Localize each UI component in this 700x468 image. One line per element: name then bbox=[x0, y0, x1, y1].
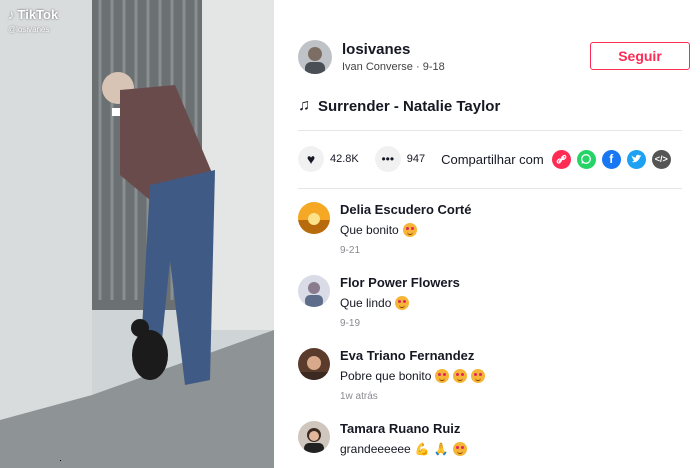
comment-time: 9-21 bbox=[340, 245, 361, 256]
like-button[interactable]: ♥ bbox=[298, 146, 324, 172]
commenter-avatar[interactable] bbox=[298, 348, 330, 380]
comment-icon: ••• bbox=[381, 152, 395, 166]
comment-item: Flor Power Flowers Que lindo 9-19 bbox=[298, 275, 460, 329]
commenter-name[interactable]: Tamara Ruano Ruiz bbox=[340, 421, 467, 436]
comment-count: 947 bbox=[406, 153, 426, 165]
music-title: Surrender - Natalie Taylor bbox=[318, 97, 501, 115]
commenter-name[interactable]: Eva Triano Fernandez bbox=[340, 348, 485, 363]
commenter-avatar[interactable] bbox=[298, 275, 330, 307]
watermark-brand: TikTok bbox=[17, 7, 59, 22]
heart-eyes-emoji-icon bbox=[402, 223, 417, 237]
divider bbox=[298, 188, 682, 189]
author-username[interactable]: losivanes bbox=[342, 41, 445, 58]
video-frame bbox=[0, 0, 274, 468]
share-label: Compartilhar com bbox=[441, 151, 544, 167]
whatsapp-icon[interactable] bbox=[576, 149, 596, 169]
author-avatar-icon bbox=[298, 40, 332, 74]
comment-text: Que bonito bbox=[340, 223, 472, 237]
flexed-biceps-emoji-icon: 💪 bbox=[414, 442, 430, 456]
link-icon[interactable] bbox=[551, 149, 571, 169]
author-avatar[interactable] bbox=[298, 40, 332, 74]
music-info[interactable]: ♫ Surrender - Natalie Taylor bbox=[298, 97, 500, 115]
tiktok-watermark: ♪ TikTok @losivanes bbox=[8, 7, 59, 34]
commenter-name[interactable]: Delia Escudero Corté bbox=[340, 202, 472, 217]
action-bar: ♥ 42.8K ••• 947 Compartilhar com f </> bbox=[298, 146, 677, 172]
twitter-icon[interactable] bbox=[626, 149, 646, 169]
comment-text: grandeeeeee 💪 🙏 bbox=[340, 442, 467, 456]
heart-icon: ♥ bbox=[306, 151, 316, 167]
video-details-panel: losivanes Ivan Converse · 9-18 Seguir ♫ … bbox=[274, 0, 700, 468]
comment-time: 9-19 bbox=[340, 318, 361, 329]
comment-text: Pobre que bonito bbox=[340, 369, 486, 383]
author-subtitle: Ivan Converse · 9-18 bbox=[342, 61, 445, 73]
heart-eyes-emoji-icon bbox=[471, 369, 486, 383]
like-count: 42.8K bbox=[330, 153, 359, 165]
comment-item: Eva Triano Fernandez Pobre que bonito 1w… bbox=[298, 348, 486, 402]
comment-item: Delia Escudero Corté Que bonito 9-21 bbox=[298, 202, 472, 256]
heart-eyes-emoji-icon bbox=[453, 369, 468, 383]
comment-text-body: Pobre que bonito bbox=[340, 369, 432, 383]
commenter-avatar[interactable] bbox=[298, 421, 330, 453]
embed-icon[interactable]: </> bbox=[651, 149, 671, 169]
heart-eyes-emoji-icon bbox=[452, 442, 467, 456]
music-note-icon: ♫ bbox=[298, 97, 310, 114]
facebook-icon[interactable]: f bbox=[601, 149, 621, 169]
heart-eyes-emoji-icon bbox=[395, 296, 410, 310]
commenter-name[interactable]: Flor Power Flowers bbox=[340, 275, 460, 290]
watermark-handle: @losivanes bbox=[8, 25, 50, 34]
commenter-avatar[interactable] bbox=[298, 202, 330, 234]
heart-eyes-emoji-icon bbox=[435, 369, 450, 383]
praying-hands-emoji-icon: 🙏 bbox=[433, 442, 449, 456]
comment-item: Tamara Ruano Ruiz grandeeeeee 💪 🙏 bbox=[298, 421, 467, 456]
tiktok-logo-icon: ♪ bbox=[8, 7, 15, 22]
comment-text: Que lindo bbox=[340, 296, 460, 310]
comment-time: 1w atrás bbox=[340, 391, 378, 402]
comment-button[interactable]: ••• bbox=[374, 146, 401, 172]
author-info: losivanes Ivan Converse · 9-18 bbox=[298, 40, 445, 74]
comment-text-body: grandeeeeee bbox=[340, 442, 411, 456]
follow-button[interactable]: Seguir bbox=[590, 42, 690, 70]
comment-text-body: Que lindo bbox=[340, 296, 392, 310]
divider bbox=[298, 130, 682, 131]
comment-text-body: Que bonito bbox=[340, 223, 399, 237]
video-player[interactable]: ♪ TikTok @losivanes bbox=[0, 0, 274, 468]
